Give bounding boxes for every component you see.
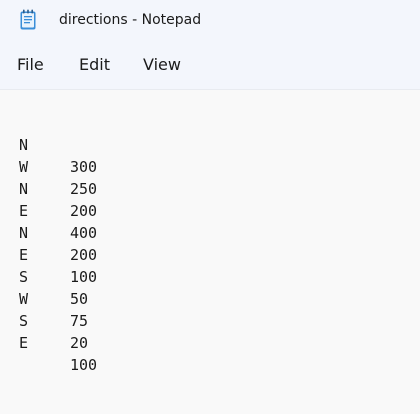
distance-value: 75 <box>70 312 89 330</box>
text-line: W 75 <box>19 266 88 330</box>
distance-value: 400 <box>70 224 98 242</box>
text-line: E 400 <box>19 178 97 242</box>
text-line: N 200 <box>19 200 97 264</box>
window-title: directions - Notepad <box>59 12 202 28</box>
text-line: N 200 <box>19 156 97 220</box>
menu-view[interactable]: View <box>143 55 181 75</box>
distance-value: 300 <box>70 158 98 176</box>
distance-value: 200 <box>70 202 98 220</box>
direction-letter: E <box>19 334 29 352</box>
text-line: S 50 <box>19 244 88 308</box>
distance-value: 100 <box>70 356 98 374</box>
text-line: N 300 <box>19 112 97 176</box>
menu-file[interactable]: File <box>17 55 44 75</box>
distance-value: 100 <box>70 268 98 286</box>
notepad-icon <box>20 9 36 30</box>
text-line: S 20 <box>19 288 88 352</box>
text-line: E 100 <box>19 222 97 286</box>
text-line: W 250 <box>19 134 97 198</box>
text-editor[interactable]: N 300 W 250 N 200 E 400 N 200 E 100 S 50… <box>0 90 420 414</box>
distance-value: 250 <box>70 180 98 198</box>
menu-edit[interactable]: Edit <box>79 55 110 75</box>
distance-value: 20 <box>70 334 89 352</box>
distance-value: 200 <box>70 246 98 264</box>
text-line: E 100 <box>19 310 97 374</box>
title-bar[interactable]: directions - Notepad <box>0 0 420 42</box>
menu-bar: File Edit View <box>0 42 420 90</box>
distance-value: 50 <box>70 290 89 308</box>
